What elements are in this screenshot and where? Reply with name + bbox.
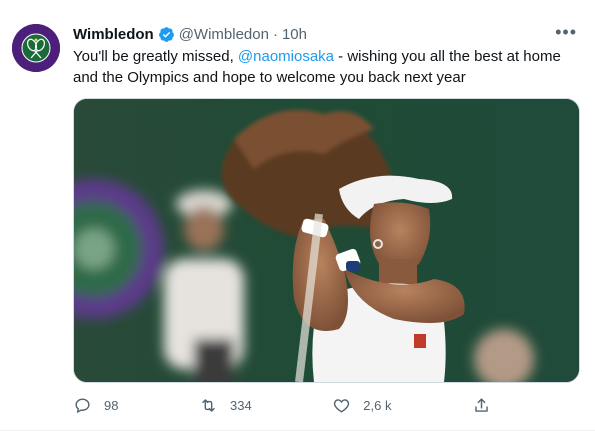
share-icon — [475, 397, 488, 412]
retweet-button[interactable]: 334 — [199, 396, 252, 415]
mention-link[interactable]: @naomiosaka — [238, 48, 334, 65]
verified-badge-icon — [158, 26, 174, 42]
more-icon[interactable]: ••• — [555, 22, 577, 43]
time-separator: · — [272, 25, 278, 43]
tweet[interactable]: Wimbledon @Wimbledon · 10h ••• You'll be… — [0, 0, 595, 431]
reply-icon — [75, 397, 90, 413]
retweet-count: 334 — [230, 397, 252, 413]
display-name[interactable]: Wimbledon — [73, 26, 154, 43]
timestamp[interactable]: 10h — [282, 26, 307, 43]
tweet-text: You'll be greatly missed, @naomiosaka - … — [73, 46, 578, 88]
like-button[interactable]: 2,6 k — [332, 396, 391, 415]
share-button[interactable] — [472, 396, 503, 415]
reply-count: 98 — [104, 397, 119, 413]
tennis-player-photo — [74, 99, 579, 382]
reply-button[interactable]: 98 — [73, 396, 118, 415]
avatar[interactable] — [12, 24, 60, 72]
tweet-header: Wimbledon @Wimbledon · 10h — [73, 24, 307, 44]
like-count: 2,6 k — [363, 397, 392, 413]
retweet-icon — [202, 398, 215, 412]
tweet-photo[interactable] — [73, 98, 580, 383]
heart-icon — [334, 398, 350, 413]
wimbledon-logo-icon — [12, 24, 60, 72]
handle[interactable]: @Wimbledon — [179, 26, 269, 43]
tweet-actions: 98 334 2,6 k — [73, 394, 503, 416]
tweet-text-prefix: You'll be greatly missed, — [73, 48, 238, 65]
